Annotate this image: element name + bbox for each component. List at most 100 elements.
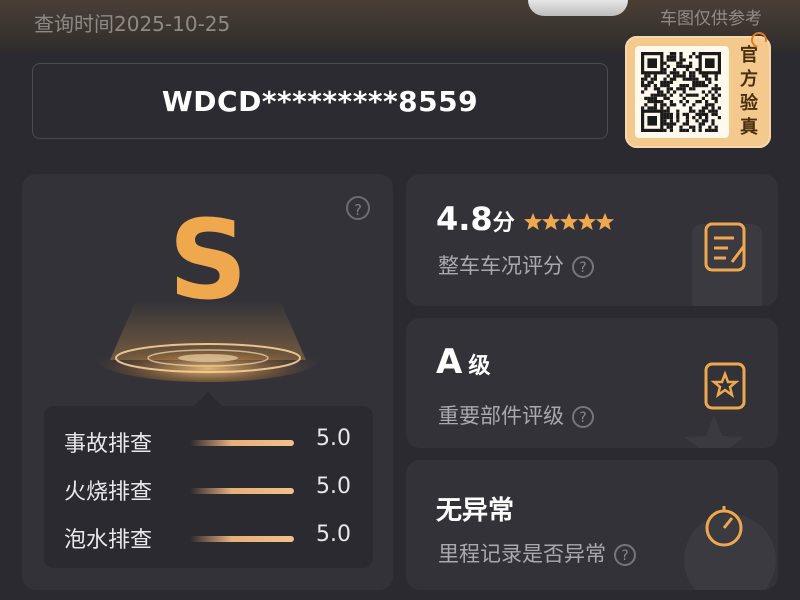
star-icon xyxy=(542,213,560,230)
qr-module xyxy=(705,100,709,104)
qr-module xyxy=(685,68,689,72)
qr-module xyxy=(714,112,718,116)
qr-module xyxy=(663,77,667,81)
qr-module xyxy=(673,58,677,62)
check-label: 泡水排查 xyxy=(64,528,153,553)
overall-help-icon[interactable]: ? xyxy=(572,256,594,278)
qr-module xyxy=(669,116,673,120)
qr-module xyxy=(663,122,667,126)
qr-module xyxy=(695,100,699,104)
qr-module xyxy=(705,77,709,81)
qr-code-graphic xyxy=(641,52,721,132)
qr-module xyxy=(676,116,680,120)
qr-module xyxy=(666,64,670,68)
qr-module xyxy=(666,122,670,126)
qr-module xyxy=(653,106,657,110)
qr-module xyxy=(676,109,680,113)
grade-help-icon[interactable]: ? xyxy=(346,196,370,220)
car-image xyxy=(528,0,628,16)
qr-module xyxy=(692,74,696,78)
qr-module xyxy=(711,128,715,132)
qr-module xyxy=(673,52,677,56)
qr-module xyxy=(695,112,699,116)
qr-module xyxy=(669,71,673,75)
qr-module xyxy=(673,55,677,59)
qr-module xyxy=(705,112,709,116)
star-icon xyxy=(596,213,614,230)
parts-grade-card[interactable]: A级 重要部件评级? xyxy=(406,318,778,448)
qr-module xyxy=(689,55,693,59)
qr-module xyxy=(692,52,696,56)
qr-module xyxy=(676,61,680,65)
qr-module xyxy=(679,125,683,129)
qr-label-char: 真 xyxy=(740,117,758,138)
qr-module xyxy=(708,125,712,129)
check-label: 事故排查 xyxy=(64,432,153,457)
qr-module xyxy=(641,90,645,94)
parts-grade-label: 重要部件评级 xyxy=(438,404,564,428)
qr-module xyxy=(682,64,686,68)
qr-module xyxy=(673,122,677,126)
grade-pedestal xyxy=(98,300,318,382)
check-row-fire: 火烧排查 5.0 xyxy=(64,474,364,505)
qr-module xyxy=(692,128,696,132)
overall-score-value: 4.8 xyxy=(436,200,493,238)
parts-grade-value: A xyxy=(436,342,463,382)
qr-module xyxy=(657,93,661,97)
qr-module xyxy=(653,93,657,97)
qr-module xyxy=(673,74,677,78)
qr-module xyxy=(650,77,654,81)
qr-module xyxy=(663,80,667,84)
qr-module xyxy=(663,61,667,65)
official-verify-card[interactable]: 官 方 验 真 xyxy=(625,29,771,148)
qr-code[interactable] xyxy=(635,46,729,138)
qr-module xyxy=(653,84,657,88)
qr-module xyxy=(666,116,670,120)
qr-module xyxy=(689,93,693,97)
qr-module xyxy=(685,77,689,81)
qr-module xyxy=(698,84,702,88)
qr-module xyxy=(714,100,718,104)
qr-module xyxy=(682,128,686,132)
qr-module xyxy=(666,80,670,84)
qr-module xyxy=(682,87,686,91)
parts-grade-label-row: 重要部件评级? xyxy=(438,400,594,430)
qr-module xyxy=(673,90,677,94)
qr-module xyxy=(669,52,673,56)
qr-module xyxy=(695,55,699,59)
qr-module xyxy=(641,106,645,110)
star-document-icon xyxy=(684,362,746,448)
mileage-card[interactable]: 无异常 里程记录是否异常? xyxy=(406,460,778,590)
qr-module xyxy=(679,58,683,62)
qr-module xyxy=(676,119,680,123)
qr-module xyxy=(653,74,657,78)
parts-help-icon[interactable]: ? xyxy=(572,406,594,428)
qr-module xyxy=(705,106,709,110)
qr-module xyxy=(692,116,696,120)
qr-module xyxy=(679,52,683,56)
mileage-help-icon[interactable]: ? xyxy=(614,544,636,566)
qr-module xyxy=(692,84,696,88)
qr-module xyxy=(711,103,715,107)
qr-module xyxy=(698,112,702,116)
qr-module xyxy=(711,93,715,97)
qr-module xyxy=(641,80,645,84)
qr-module xyxy=(689,109,693,113)
qr-module xyxy=(641,84,645,88)
qr-module xyxy=(666,58,670,62)
query-time: 查询时间2025-10-25 xyxy=(34,12,231,36)
overall-score-card[interactable]: 4.8分 整车车况评分? xyxy=(406,174,778,306)
qr-module xyxy=(701,74,705,78)
qr-module xyxy=(701,119,705,123)
qr-module xyxy=(676,112,680,116)
qr-module xyxy=(679,55,683,59)
qr-label-char: 验 xyxy=(740,93,758,114)
qr-module xyxy=(682,103,686,107)
qr-module xyxy=(708,80,712,84)
qr-module xyxy=(647,96,651,100)
qr-module xyxy=(666,106,670,110)
qr-module xyxy=(711,112,715,116)
qr-module xyxy=(669,77,673,81)
qr-module xyxy=(663,84,667,88)
car-image-note: 车图仅供参考 xyxy=(660,9,762,29)
